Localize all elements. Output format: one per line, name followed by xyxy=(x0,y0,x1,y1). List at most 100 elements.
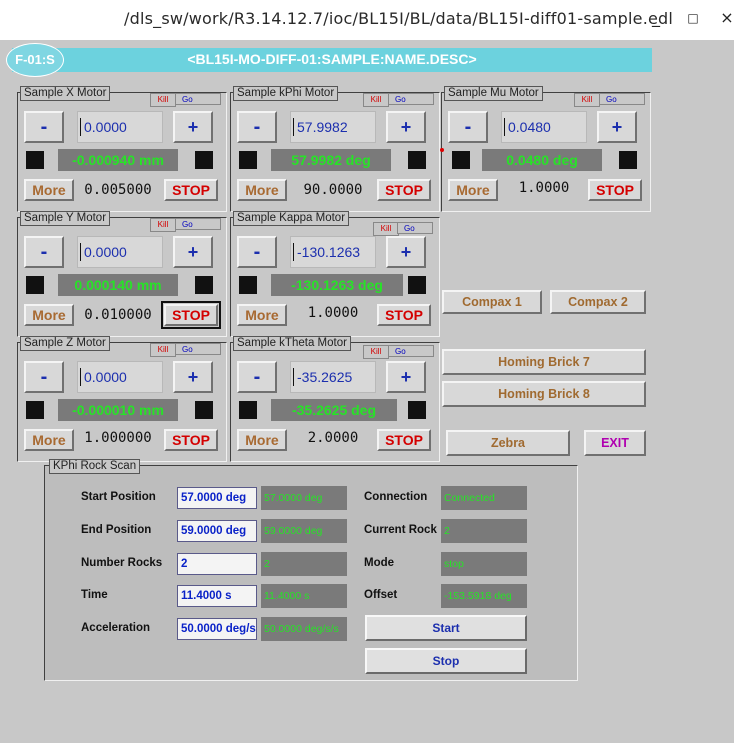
connection-label: Connection xyxy=(364,491,428,503)
kill-button[interactable]: Kill xyxy=(363,345,389,359)
device-badge[interactable]: F-01:S xyxy=(6,43,64,77)
end-position-readback: 59.0000 deg xyxy=(261,519,347,543)
stop-button[interactable]: STOP xyxy=(161,301,221,329)
maximize-icon[interactable]: □ xyxy=(682,6,704,30)
step-size-value[interactable]: 2.0000 xyxy=(293,427,373,449)
motor-title: Sample X Motor xyxy=(20,86,111,101)
position-input[interactable]: 0.0000 xyxy=(77,111,163,143)
close-icon[interactable]: × xyxy=(716,6,734,30)
kill-button[interactable]: Kill xyxy=(363,93,389,107)
time-input[interactable]: 11.4000 s xyxy=(177,585,257,607)
sample-kphi-motor-panel: Sample kPhi Motor Kill Go - 57.9982 + 57… xyxy=(230,86,440,212)
sample-name-desc: <BL15I-MO-DIFF-01:SAMPLE:NAME.DESC> xyxy=(187,51,477,67)
go-button[interactable]: Go xyxy=(175,343,221,355)
kill-button[interactable]: Kill xyxy=(574,93,600,107)
jog-plus-button[interactable]: + xyxy=(386,111,426,143)
compax-1-button[interactable]: Compax 1 xyxy=(442,290,542,314)
position-input[interactable]: 0.0000 xyxy=(77,236,163,268)
kill-button[interactable]: Kill xyxy=(373,222,399,236)
exit-button[interactable]: EXIT xyxy=(584,430,646,456)
more-button[interactable]: More xyxy=(237,304,287,326)
status-led-icon xyxy=(195,151,213,169)
more-button[interactable]: More xyxy=(24,304,74,326)
jog-minus-button[interactable]: - xyxy=(237,236,277,268)
jog-plus-button[interactable]: + xyxy=(386,361,426,393)
stop-button[interactable]: STOP xyxy=(377,179,431,201)
acceleration-input[interactable]: 50.0000 deg/s xyxy=(177,618,257,640)
mode-label: Mode xyxy=(364,557,395,569)
position-input[interactable]: 0.0000 xyxy=(77,361,163,393)
jog-plus-button[interactable]: + xyxy=(173,361,213,393)
jog-minus-button[interactable]: - xyxy=(24,111,64,143)
stop-scan-button[interactable]: Stop xyxy=(365,648,527,674)
sample-y-motor-panel: Sample Y Motor Kill Go - 0.0000 + 0.0001… xyxy=(17,211,227,337)
status-led-icon xyxy=(26,151,44,169)
more-button[interactable]: More xyxy=(237,429,287,451)
time-readback: 11.4000 s xyxy=(261,584,347,608)
start-position-input[interactable]: 57.0000 deg xyxy=(177,487,257,509)
zebra-button[interactable]: Zebra xyxy=(446,430,570,456)
sample-ktheta-motor-panel: Sample kTheta Motor Kill Go - -35.2625 +… xyxy=(230,336,440,462)
step-size-value[interactable]: 1.0000 xyxy=(504,177,584,199)
step-size-value[interactable]: 0.010000 xyxy=(78,304,158,326)
position-readback: -35.2625 deg xyxy=(271,399,397,421)
go-button[interactable]: Go xyxy=(397,222,433,234)
status-led-icon xyxy=(195,401,213,419)
homing-brick-8-button[interactable]: Homing Brick 8 xyxy=(442,381,646,407)
jog-minus-button[interactable]: - xyxy=(24,361,64,393)
jog-plus-button[interactable]: + xyxy=(597,111,637,143)
status-led-icon xyxy=(408,401,426,419)
stop-button[interactable]: STOP xyxy=(588,179,642,201)
start-position-label: Start Position xyxy=(81,491,156,503)
offset-label: Offset xyxy=(364,589,398,601)
kill-button[interactable]: Kill xyxy=(150,93,176,107)
go-button[interactable]: Go xyxy=(599,93,645,105)
jog-plus-button[interactable]: + xyxy=(173,111,213,143)
go-button[interactable]: Go xyxy=(388,345,434,357)
kill-button[interactable]: Kill xyxy=(150,218,176,232)
more-button[interactable]: More xyxy=(24,179,74,201)
step-size-value[interactable]: 1.000000 xyxy=(78,427,158,449)
connection-status: Connected xyxy=(441,486,527,510)
more-button[interactable]: More xyxy=(448,179,498,201)
current-rock-value: 2 xyxy=(441,519,527,543)
sample-name-header: <BL15I-MO-DIFF-01:SAMPLE:NAME.DESC> xyxy=(12,48,652,72)
stop-button[interactable]: STOP xyxy=(377,429,431,451)
compax-2-button[interactable]: Compax 2 xyxy=(550,290,646,314)
step-size-value[interactable]: 1.0000 xyxy=(293,302,373,324)
start-button[interactable]: Start xyxy=(365,615,527,641)
step-size-value[interactable]: 90.0000 xyxy=(293,179,373,201)
jog-minus-button[interactable]: - xyxy=(24,236,64,268)
minimize-icon[interactable]: _ xyxy=(645,6,667,30)
motor-title: Sample Y Motor xyxy=(20,211,111,226)
position-readback: 57.9982 deg xyxy=(271,149,391,171)
jog-minus-button[interactable]: - xyxy=(237,361,277,393)
stop-button[interactable]: STOP xyxy=(377,304,431,326)
stop-button[interactable]: STOP xyxy=(164,179,218,201)
jog-minus-button[interactable]: - xyxy=(237,111,277,143)
status-led-icon xyxy=(239,151,257,169)
current-rock-label: Current Rock xyxy=(364,524,437,536)
position-input[interactable]: 57.9982 xyxy=(290,111,376,143)
kill-button[interactable]: Kill xyxy=(150,343,176,357)
position-readback: 0.0480 deg xyxy=(482,149,602,171)
position-readback: -0.000940 mm xyxy=(58,149,178,171)
go-button[interactable]: Go xyxy=(175,218,221,230)
end-position-input[interactable]: 59.0000 deg xyxy=(177,520,257,542)
position-input[interactable]: -130.1263 xyxy=(290,236,376,268)
stop-button[interactable]: STOP xyxy=(164,429,218,451)
go-button[interactable]: Go xyxy=(175,93,221,105)
jog-minus-button[interactable]: - xyxy=(448,111,488,143)
jog-plus-button[interactable]: + xyxy=(173,236,213,268)
go-button[interactable]: Go xyxy=(388,93,434,105)
motor-title: Sample kPhi Motor xyxy=(233,86,339,101)
sample-mu-motor-panel: Sample Mu Motor Kill Go - 0.0480 + 0.048… xyxy=(441,86,651,212)
number-rocks-input[interactable]: 2 xyxy=(177,553,257,575)
more-button[interactable]: More xyxy=(24,429,74,451)
jog-plus-button[interactable]: + xyxy=(386,236,426,268)
more-button[interactable]: More xyxy=(237,179,287,201)
step-size-value[interactable]: 0.005000 xyxy=(78,179,158,201)
position-input[interactable]: 0.0480 xyxy=(501,111,587,143)
position-input[interactable]: -35.2625 xyxy=(290,361,376,393)
homing-brick-7-button[interactable]: Homing Brick 7 xyxy=(442,349,646,375)
